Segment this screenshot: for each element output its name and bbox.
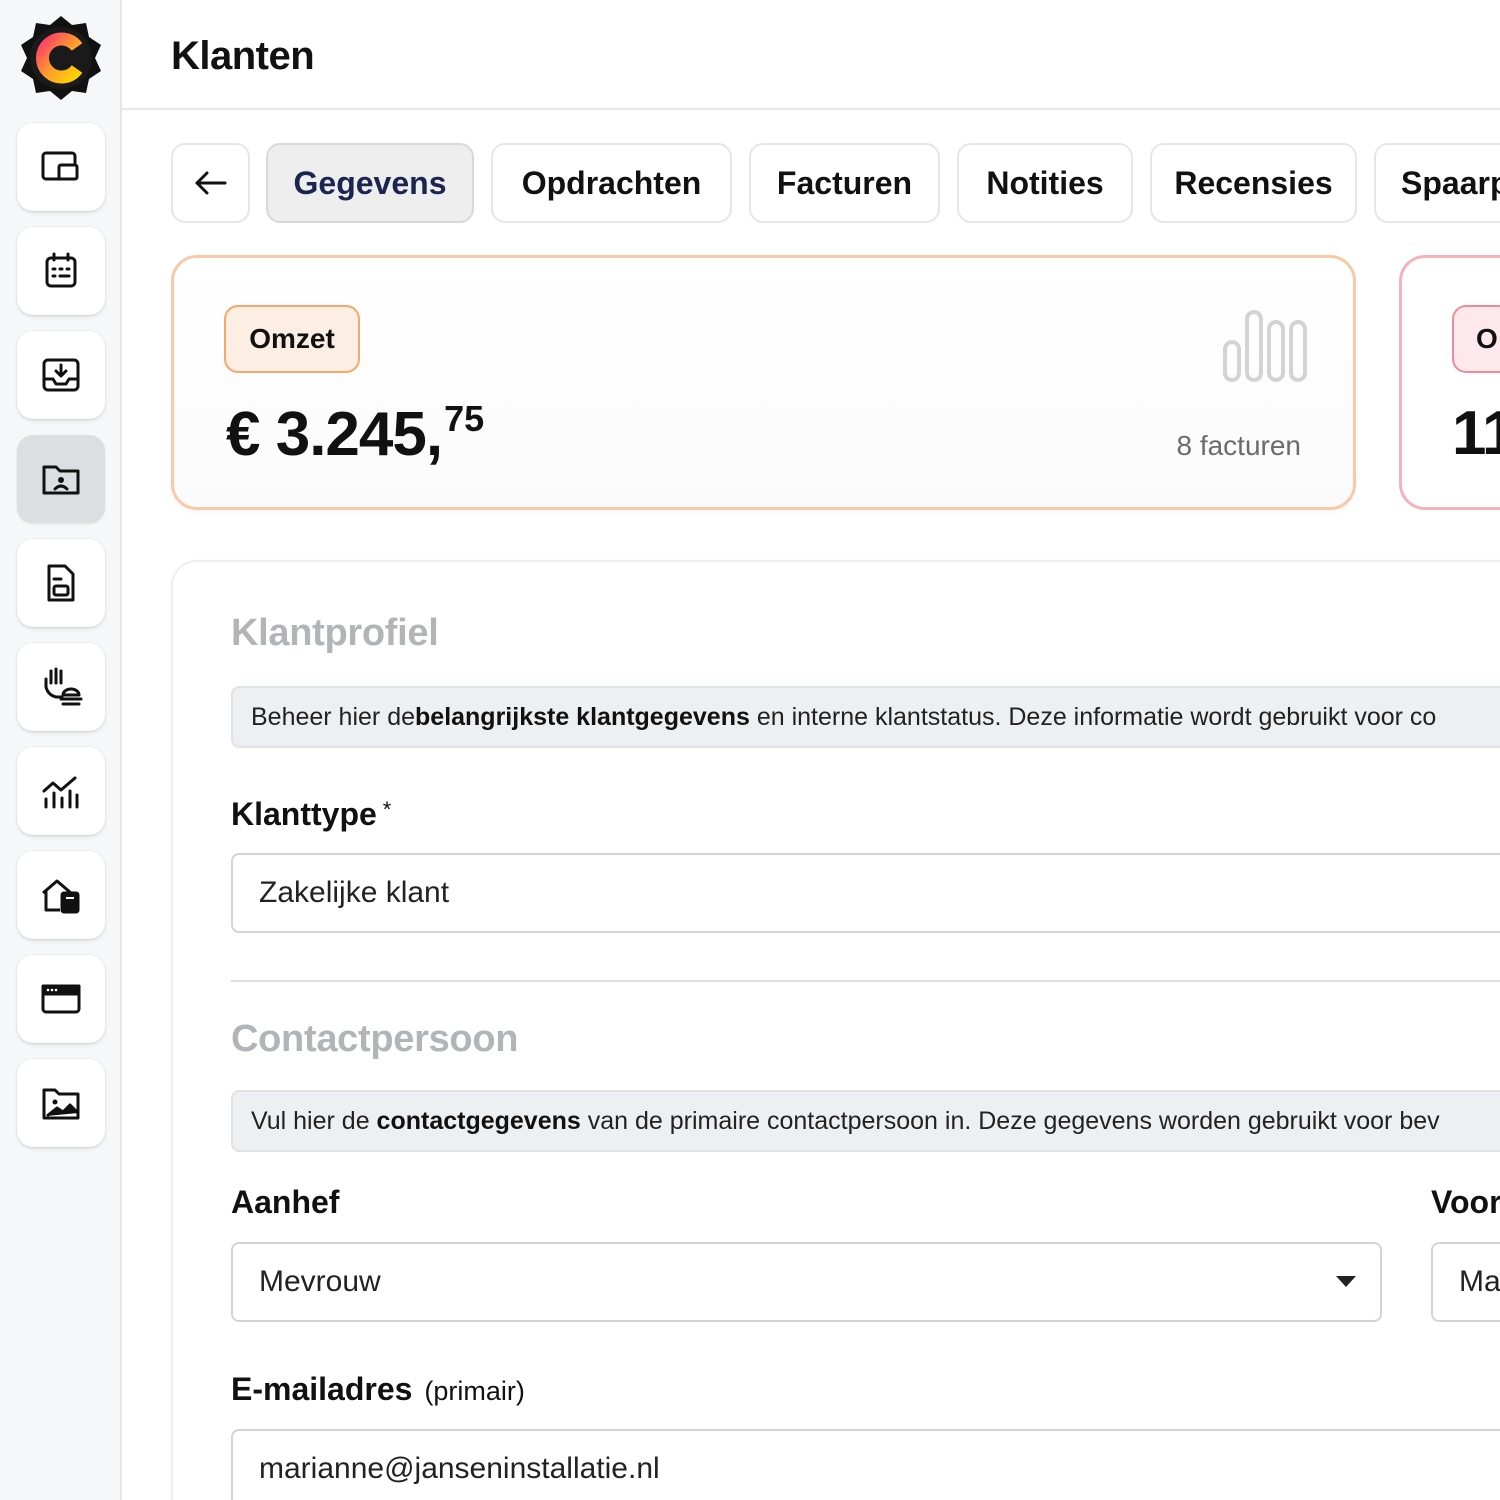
omzet-card[interactable]: Omzet € 3.245,75 8 facturen	[171, 255, 1356, 510]
invoice-count: 8 facturen	[1176, 430, 1301, 461]
tab-facturen[interactable]: Facturen	[749, 143, 940, 223]
nav-diensten[interactable]	[17, 643, 105, 731]
aanhef-label: Aanhef	[231, 1184, 340, 1220]
omzet-amount: € 3.245,75	[226, 398, 485, 469]
aanhef-value: Mevrouw	[259, 1265, 381, 1298]
klanttype-field[interactable]: Zakelijke klant	[231, 853, 1500, 933]
app-logo[interactable]	[17, 14, 105, 102]
nav-rapportage[interactable]	[17, 747, 105, 835]
contactpersoon-info: Vul hier de contactgegevens van de prima…	[231, 1090, 1500, 1152]
nav-klanten[interactable]	[17, 435, 105, 523]
aanhef-select[interactable]: Mevrouw	[231, 1242, 1382, 1322]
klanttype-label: Klanttype *	[231, 796, 392, 832]
browser-window-icon	[41, 984, 81, 1014]
contact-folder-icon	[42, 465, 80, 495]
email-label: E-mailadres (primair)	[231, 1371, 525, 1407]
voornaam-field[interactable]: Ma	[1431, 1242, 1500, 1322]
chevron-down-icon	[1336, 1276, 1356, 1287]
section-title-klantprofiel: Klantprofiel	[231, 612, 439, 654]
page-title: Klanten	[171, 34, 315, 78]
tab-notities[interactable]: Notities	[957, 143, 1133, 223]
nav-media[interactable]	[17, 1059, 105, 1147]
nav-vestigingen[interactable]	[17, 851, 105, 939]
omzet-badge: Omzet	[224, 305, 360, 373]
section-title-contactpersoon: Contactpersoon	[231, 1018, 519, 1060]
c-badge-logo-icon	[21, 16, 101, 100]
nav-website[interactable]	[17, 955, 105, 1043]
bar-chart-icon	[1223, 310, 1307, 382]
email-field[interactable]: marianne@janseninstallatie.nl	[231, 1429, 1500, 1500]
hand-service-icon	[44, 667, 83, 706]
calendar-icon	[45, 252, 77, 288]
chart-icon	[42, 776, 79, 809]
document-icon	[47, 564, 75, 602]
second-stat-value: 11	[1452, 399, 1500, 468]
windows-icon	[41, 151, 79, 181]
klantprofiel-info: Beheer hier de belangrijkste klantgegeve…	[231, 686, 1500, 748]
inbox-download-icon	[42, 358, 80, 392]
arrow-left-icon	[195, 171, 226, 195]
sidebar	[0, 0, 122, 1500]
image-folder-icon	[42, 1088, 80, 1120]
nav-documenten[interactable]	[17, 539, 105, 627]
second-stat-card[interactable]: O 11	[1399, 255, 1500, 510]
header-divider	[122, 108, 1500, 110]
back-button[interactable]	[171, 143, 250, 223]
nav-dashboard[interactable]	[17, 123, 105, 211]
section-divider	[231, 980, 1500, 982]
voornaam-label: Voor	[1431, 1184, 1500, 1220]
nav-inbox[interactable]	[17, 331, 105, 419]
tab-recensies[interactable]: Recensies	[1150, 143, 1357, 223]
nav-planning[interactable]	[17, 227, 105, 315]
building-calculator-icon	[42, 879, 80, 914]
tab-gegevens[interactable]: Gegevens	[266, 143, 474, 223]
tab-opdrachten[interactable]: Opdrachten	[491, 143, 732, 223]
second-stat-badge: O	[1452, 305, 1500, 373]
tab-spaarp[interactable]: Spaarp	[1374, 143, 1500, 223]
